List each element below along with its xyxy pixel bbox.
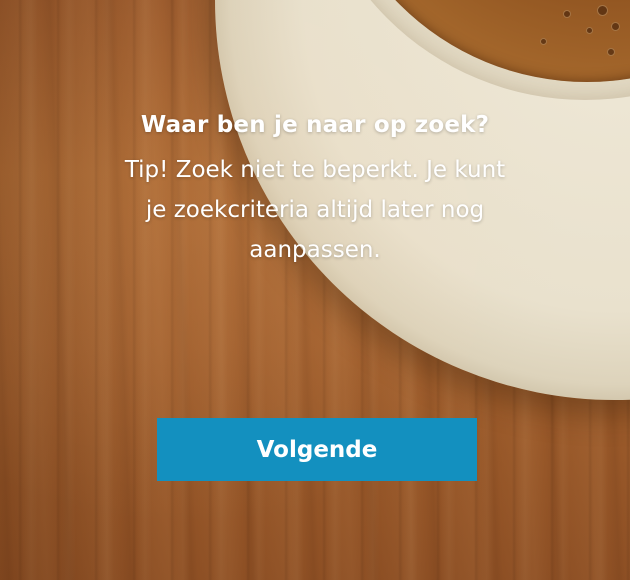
next-button-label: Volgende xyxy=(256,436,378,463)
next-button[interactable]: Volgende xyxy=(157,418,477,481)
question-panel: Waar ben je naar op zoek? Tip! Zoek niet… xyxy=(0,0,630,580)
question-heading: Waar ben je naar op zoek? xyxy=(140,112,490,138)
search-tip-text: Tip! Zoek niet te beperkt. Je kunt je zo… xyxy=(124,157,506,263)
